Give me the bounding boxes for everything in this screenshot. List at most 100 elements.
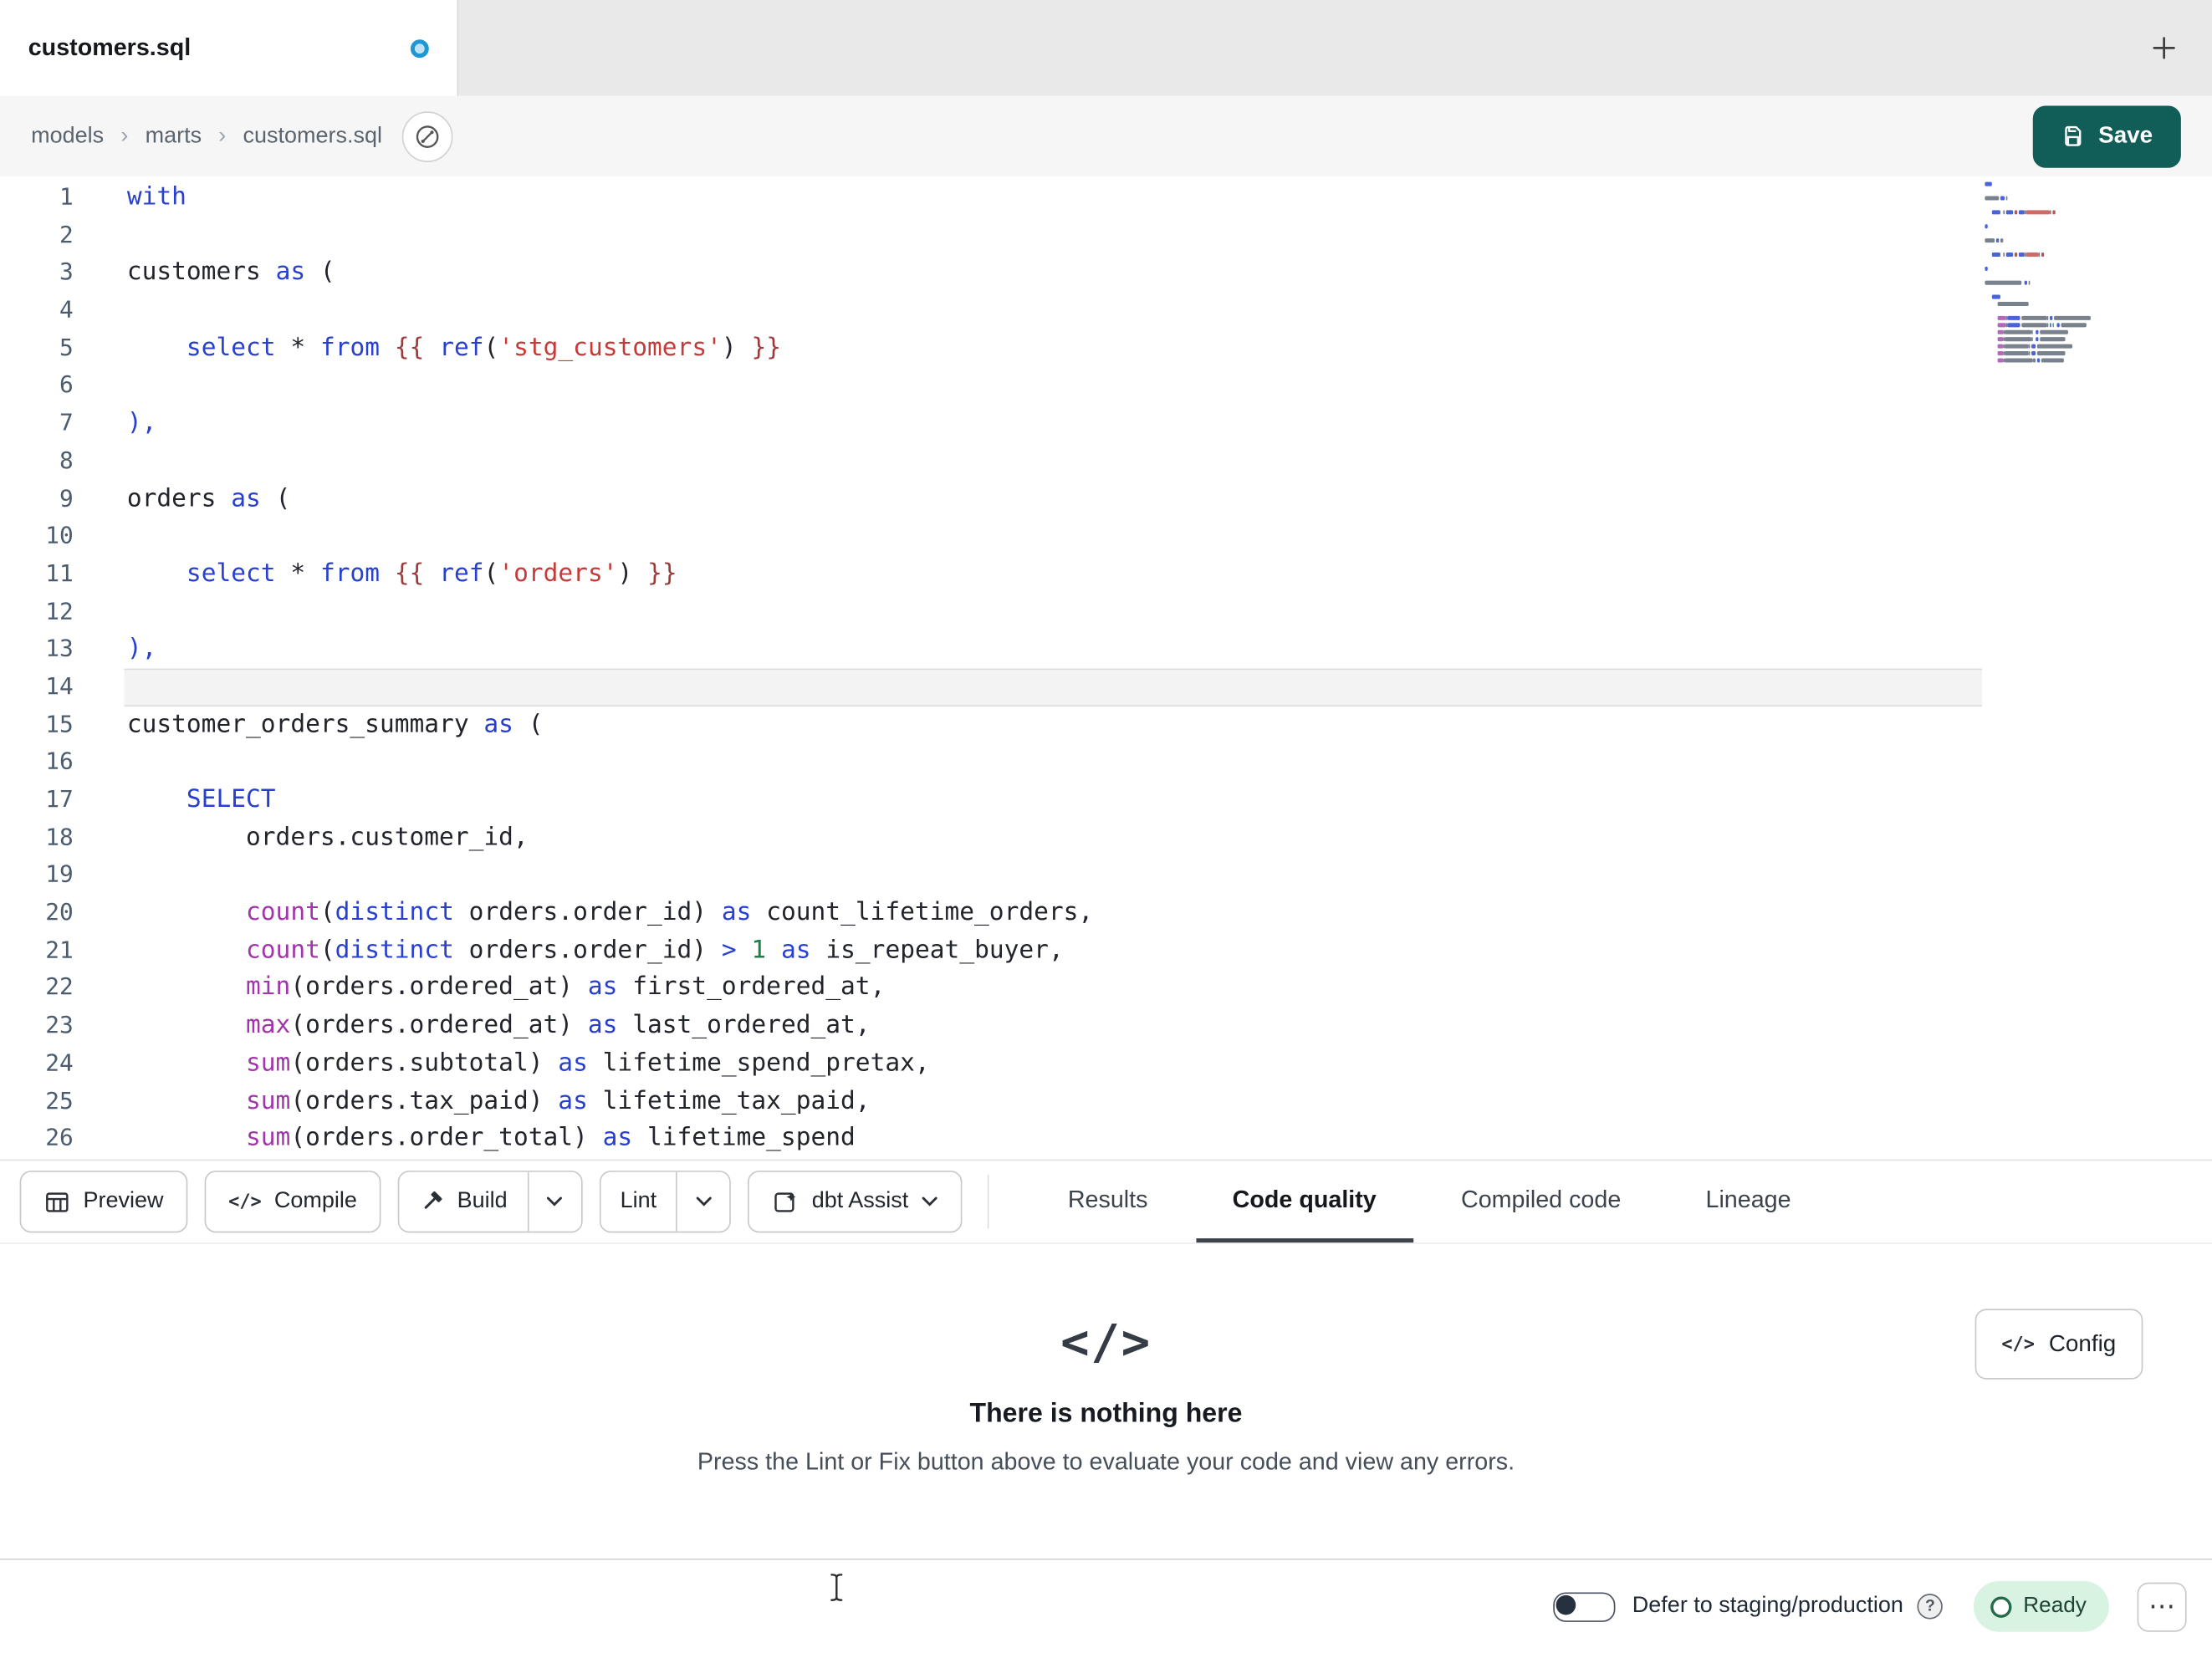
code-line[interactable]: 3 customers as ( xyxy=(0,254,2212,292)
code-line[interactable]: 23 max(orders.ordered_at) as last_ordere… xyxy=(0,1008,2212,1045)
code-line[interactable]: 26 sum(orders.order_total) as lifetime_s… xyxy=(0,1120,2212,1158)
tab-compiled-code[interactable]: Compiled code xyxy=(1424,1161,1658,1242)
ide-status-badge[interactable]: Ready xyxy=(1974,1580,2109,1632)
line-number: 1 xyxy=(59,183,74,211)
code-line[interactable]: 6 xyxy=(0,367,2212,405)
code-line[interactable]: 22 min(orders.ordered_at) as first_order… xyxy=(0,970,2212,1008)
ellipsis-icon: ⋯ xyxy=(2148,1591,2176,1622)
code-brackets-icon: </> xyxy=(228,1191,262,1212)
tab-code-quality[interactable]: Code quality xyxy=(1195,1161,1413,1243)
line-number: 10 xyxy=(45,522,74,549)
compile-button[interactable]: </> Compile xyxy=(204,1171,381,1233)
code-line[interactable]: 20 count(distinct orders.order_id) as co… xyxy=(0,895,2212,932)
save-icon xyxy=(2066,125,2082,146)
lint-options-button[interactable] xyxy=(676,1171,730,1232)
preview-button-label: Preview xyxy=(83,1189,164,1213)
line-number: 17 xyxy=(45,785,74,813)
code-line[interactable]: 25 sum(orders.tax_paid) as lifetime_tax_… xyxy=(0,1083,2212,1120)
unsaved-changes-indicator-icon xyxy=(410,38,429,58)
code-line[interactable]: 21 count(distinct orders.order_id) > 1 a… xyxy=(0,932,2212,970)
line-number: 11 xyxy=(45,559,74,587)
line-number: 9 xyxy=(59,484,74,512)
chevron-down-icon xyxy=(547,1196,563,1207)
build-button[interactable]: Build xyxy=(399,1171,528,1232)
line-number: 2 xyxy=(59,221,74,248)
breadcrumb-marts[interactable]: marts xyxy=(146,124,202,149)
breadcrumb-models[interactable]: models xyxy=(31,124,104,149)
code-line[interactable]: 15 customer_orders_summary as ( xyxy=(0,706,2212,743)
minimap[interactable] xyxy=(1985,181,2112,364)
plus-icon xyxy=(2153,37,2175,59)
tab-lineage[interactable]: Lineage xyxy=(1669,1161,1828,1242)
line-number: 4 xyxy=(59,296,74,324)
code-line[interactable]: 11 select * from {{ ref('orders') }} xyxy=(0,555,2212,593)
lineage-shortcut-button[interactable] xyxy=(401,110,453,162)
preview-button[interactable]: Preview xyxy=(19,1171,188,1233)
lint-button[interactable]: Lint xyxy=(600,1171,677,1232)
code-line[interactable]: 5 select * from {{ ref('stg_customers') … xyxy=(0,329,2212,367)
code-editor[interactable]: 1 with 2 3 customers as ( 4 5 select * from {{… xyxy=(0,176,2212,1160)
code-line[interactable]: 12 xyxy=(0,593,2212,630)
lint-split-button: Lint xyxy=(599,1171,732,1233)
tab-results[interactable]: Results xyxy=(1031,1161,1184,1242)
chevron-down-icon xyxy=(696,1196,712,1207)
code-line[interactable]: 13), xyxy=(0,630,2212,668)
status-bar-right: Defer to staging/production ? Ready ⋯ xyxy=(1553,1580,2187,1632)
status-circle-icon xyxy=(1990,1595,2012,1617)
help-icon[interactable]: ? xyxy=(1917,1594,1944,1620)
tab-customers-sql[interactable]: customers.sql xyxy=(0,0,459,96)
line-number: 19 xyxy=(45,860,74,888)
lint-button-label: Lint xyxy=(620,1189,657,1213)
line-number: 14 xyxy=(45,672,74,700)
line-number: 20 xyxy=(45,898,74,926)
line-number: 18 xyxy=(45,823,74,850)
line-number: 6 xyxy=(59,371,74,399)
code-line[interactable]: 2 xyxy=(0,217,2212,254)
config-button-label: Config xyxy=(2048,1330,2117,1356)
code-line[interactable]: 7), xyxy=(0,405,2212,442)
status-bar: Defer to staging/production ? Ready ⋯ xyxy=(0,1558,2212,1653)
line-number: 24 xyxy=(45,1048,74,1076)
line-number: 12 xyxy=(45,597,74,625)
empty-state-subtitle: Press the Lint or Fix button above to ev… xyxy=(697,1448,1515,1476)
code-line[interactable]: 24 sum(orders.subtotal) as lifetime_spen… xyxy=(0,1045,2212,1083)
line-number: 8 xyxy=(59,446,74,474)
code-line[interactable]: 4 xyxy=(0,292,2212,329)
code-line[interactable]: 10 xyxy=(0,518,2212,555)
breadcrumb: models › marts › customers.sql xyxy=(31,124,382,149)
ide-status-label: Ready xyxy=(2023,1594,2087,1618)
save-button[interactable]: Save xyxy=(2033,105,2181,167)
empty-state-title: There is nothing here xyxy=(969,1399,1243,1429)
breadcrumb-separator: › xyxy=(218,123,227,148)
line-number: 13 xyxy=(45,635,74,662)
code-line[interactable]: 17 SELECT xyxy=(0,782,2212,819)
toolbar-divider xyxy=(987,1175,989,1229)
code-lines[interactable]: 1 with 2 3 customers as ( 4 5 select * from {{… xyxy=(0,176,2212,1158)
code-line[interactable]: 14 xyxy=(0,668,2212,707)
overflow-menu-button[interactable]: ⋯ xyxy=(2137,1581,2187,1631)
sparkle-square-icon xyxy=(775,1191,797,1212)
toggle-knob-icon xyxy=(1556,1594,1576,1615)
dbt-assist-button[interactable]: dbt Assist xyxy=(748,1171,963,1233)
new-tab-button[interactable] xyxy=(2144,28,2184,68)
code-line[interactable]: 16 xyxy=(0,744,2212,782)
breadcrumb-separator: › xyxy=(120,123,129,148)
code-line[interactable]: 8 xyxy=(0,442,2212,480)
code-line[interactable]: 1 with xyxy=(0,179,2212,217)
breadcrumb-customers-sql[interactable]: customers.sql xyxy=(243,124,382,149)
hammer-icon xyxy=(424,1191,442,1209)
code-line[interactable]: 19 xyxy=(0,857,2212,895)
editor-toolbar: Preview </> Compile Build Lint dbt Assis… xyxy=(0,1159,2212,1244)
line-number: 7 xyxy=(59,409,74,436)
compile-button-label: Compile xyxy=(273,1189,357,1213)
code-line[interactable]: 18 orders.customer_id, xyxy=(0,819,2212,857)
line-number: 21 xyxy=(45,936,74,963)
lineage-icon xyxy=(416,125,439,148)
text-cursor-icon xyxy=(830,1574,843,1601)
tab-title: customers.sql xyxy=(28,33,192,61)
defer-label: Defer to staging/production xyxy=(1632,1594,1903,1618)
defer-toggle[interactable] xyxy=(1553,1591,1616,1622)
code-line[interactable]: 9 orders as ( xyxy=(0,480,2212,518)
build-options-button[interactable] xyxy=(527,1171,581,1232)
config-button[interactable]: </> Config xyxy=(1974,1309,2143,1380)
